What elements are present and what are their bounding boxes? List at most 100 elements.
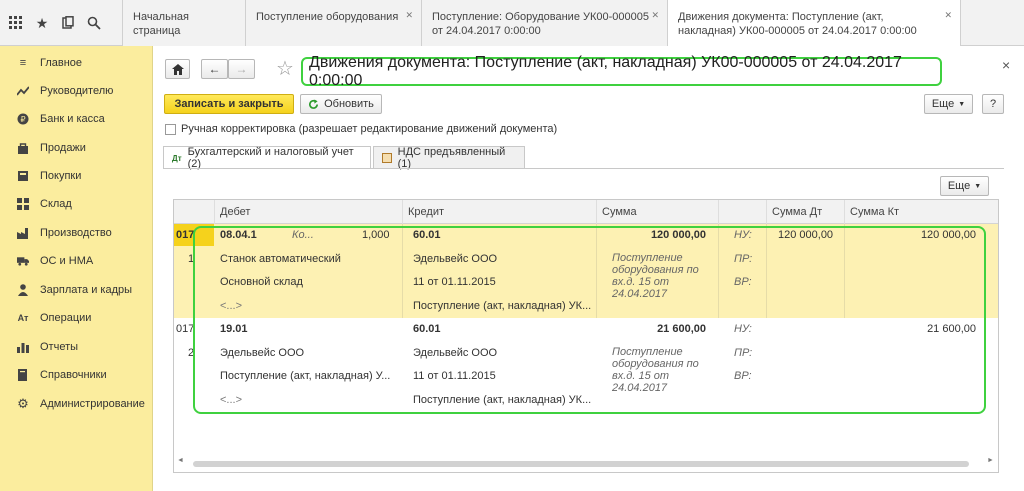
operation-content: Поступление оборудования по вх.д. 15 от … — [612, 346, 699, 394]
pr-label: ПР: — [734, 253, 753, 265]
refresh-label: Обновить — [324, 98, 374, 110]
tab-document-movements[interactable]: Движения документа: Поступление (акт, на… — [667, 0, 961, 47]
sidebar-item-sales[interactable]: Продажи — [0, 138, 153, 158]
tab-receipt-document[interactable]: Поступление: Оборудование УК00-000005 от… — [421, 0, 667, 46]
close-icon[interactable]: ✕ — [651, 8, 659, 22]
sidebar-item-production[interactable]: Производство — [0, 223, 153, 243]
sidebar-item-main[interactable]: ≡ Главное — [0, 53, 153, 73]
manual-edit-checkbox[interactable] — [165, 124, 176, 135]
sidebar-item-reports[interactable]: Отчеты — [0, 337, 153, 357]
more-button[interactable]: Еще ▼ — [924, 94, 973, 114]
forward-button[interactable]: → — [228, 59, 255, 79]
history-icon[interactable] — [60, 15, 76, 31]
save-and-close-button[interactable]: Записать и закрыть — [164, 94, 294, 114]
ops-icon: Ат — [17, 313, 29, 323]
tab-label: Бухгалтерский и налоговый учет (2) — [187, 146, 354, 170]
home-icon — [171, 63, 184, 75]
divider — [402, 224, 403, 318]
apps-grid-icon[interactable] — [8, 15, 24, 31]
menu-icon: ≡ — [19, 57, 27, 69]
sidebar: ≡ Главное Руководителю ₽ Банк и касса Пр… — [0, 46, 153, 491]
table-row[interactable]: 017 1 08.04.1 Ко... 1,000 Станок автомат… — [174, 224, 998, 318]
nu-label: НУ: — [734, 229, 752, 241]
favorite-star-icon[interactable]: ☆ — [276, 56, 294, 81]
bag-icon — [17, 142, 29, 154]
period-cell: 017 — [176, 229, 195, 241]
scrollbar-thumb[interactable] — [193, 461, 969, 467]
top-bar: ★ Начальная страница Поступление оборудо… — [0, 0, 1024, 47]
credit-subconto-1: Эдельвейс ООО — [413, 347, 498, 359]
svg-text:₽: ₽ — [21, 115, 26, 124]
close-icon[interactable]: ✕ — [405, 8, 413, 22]
sidebar-item-operations[interactable]: Ат Операции — [0, 308, 153, 328]
col-amount[interactable]: Сумма — [596, 200, 718, 224]
tab-accounting[interactable]: Дт Бухгалтерский и налоговый учет (2) — [163, 146, 371, 170]
gear-icon: ⚙ — [17, 396, 29, 411]
debit-subconto-2: Поступление (акт, накладная) У... — [220, 370, 391, 382]
tab-label: Поступление: Оборудование УК00-000005 от… — [432, 11, 649, 37]
debit-subconto-2: Основной склад — [220, 276, 303, 288]
horizontal-scrollbar[interactable]: ◄ ► — [177, 457, 995, 468]
sidebar-item-admin[interactable]: ⚙ Администрирование — [0, 394, 153, 414]
tab-home[interactable]: Начальная страница — [122, 0, 245, 46]
sidebar-item-purchases[interactable]: Покупки — [0, 166, 153, 186]
amount: 120 000,00 — [650, 229, 706, 241]
star-icon[interactable]: ★ — [34, 15, 50, 31]
row-number: 1 — [188, 253, 195, 265]
col-debit[interactable]: Дебет — [214, 200, 402, 224]
close-form-button[interactable]: × — [1002, 57, 1010, 73]
movements-table: Дебет Кредит Сумма Сумма Дт Сумма Кт 017… — [173, 199, 999, 473]
divider — [718, 224, 719, 318]
vr-label: ВР: — [734, 276, 752, 288]
nu-label: НУ: — [734, 323, 752, 335]
row-number: 2 — [188, 347, 195, 359]
help-button[interactable]: ? — [982, 94, 1004, 114]
sidebar-item-label: Администрирование — [40, 398, 145, 410]
page-title: Движения документа: Поступление (акт, на… — [301, 54, 942, 89]
credit-subconto-1: Эдельвейс ООО — [413, 253, 498, 265]
refresh-button[interactable]: Обновить — [300, 94, 382, 114]
search-icon[interactable] — [86, 15, 102, 31]
sidebar-item-warehouse[interactable]: Склад — [0, 194, 153, 214]
col-sum-kt[interactable]: Сумма Кт — [844, 200, 998, 224]
sidebar-item-label: ОС и НМА — [40, 255, 94, 267]
scroll-right-icon[interactable]: ► — [987, 457, 994, 464]
sum-kt: 120 000,00 — [920, 229, 976, 241]
sidebar-item-label: Банк и касса — [40, 113, 105, 125]
scroll-left-icon[interactable]: ◄ — [177, 457, 184, 464]
book-icon — [17, 369, 29, 381]
arrow-right-icon: → — [235, 62, 248, 76]
debit-qty-label: Ко... — [292, 229, 314, 241]
back-button[interactable]: ← — [201, 59, 228, 79]
sidebar-item-salary[interactable]: Зарплата и кадры — [0, 280, 153, 300]
table-row[interactable]: 017 2 19.01 Эдельвейс ООО Поступление (а… — [174, 318, 998, 412]
col-credit[interactable]: Кредит — [402, 200, 596, 224]
credit-subconto-2: 11 от 01.11.2015 — [413, 276, 496, 288]
close-icon[interactable]: ✕ — [944, 8, 952, 22]
tab-vat[interactable]: НДС предъявленный (1) — [373, 146, 525, 170]
sidebar-item-label: Справочники — [40, 369, 107, 381]
sidebar-item-label: Операции — [40, 312, 92, 324]
debit-account: 19.01 — [220, 323, 248, 335]
credit-subconto-3: Поступление (акт, накладная) УК... — [413, 300, 592, 312]
col-accounting-type — [718, 200, 766, 224]
sidebar-item-label: Отчеты — [40, 341, 79, 353]
debit-subconto-3: <...> — [220, 394, 243, 406]
chart-icon — [17, 341, 29, 353]
sidebar-item-label: Производство — [40, 227, 112, 239]
ruble-icon: ₽ — [17, 113, 29, 125]
home-button[interactable] — [165, 59, 190, 79]
debit-account: 08.04.1 — [220, 229, 257, 241]
tab-equipment-receipt[interactable]: Поступление оборудования ✕ — [245, 0, 421, 46]
sidebar-item-catalogs[interactable]: Справочники — [0, 365, 153, 385]
main-content: ← → ☆ Движения документа: Поступление (а… — [153, 46, 1024, 491]
col-sum-dt[interactable]: Сумма Дт — [766, 200, 844, 224]
tab-divider — [163, 168, 1004, 169]
debit-subconto-3: <...> — [220, 300, 243, 312]
sidebar-item-assets[interactable]: ОС и НМА — [0, 251, 153, 271]
chevron-down-icon: ▼ — [958, 100, 966, 108]
sidebar-item-management[interactable]: Руководителю — [0, 81, 153, 101]
sidebar-item-bank[interactable]: ₽ Банк и касса — [0, 109, 153, 129]
truck-icon — [17, 255, 29, 267]
table-more-button[interactable]: Еще ▼ — [940, 176, 989, 196]
